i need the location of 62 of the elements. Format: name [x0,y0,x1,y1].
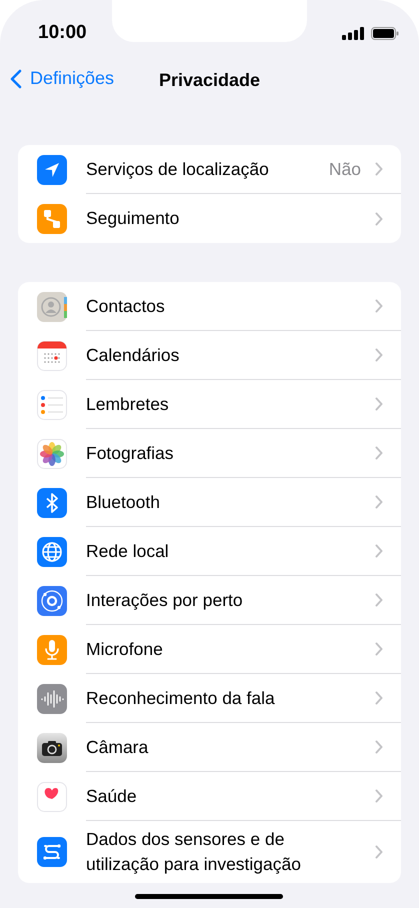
row-value: Não [328,158,361,180]
settings-row[interactable]: Seguimento [18,194,401,243]
chevron-icon [375,691,383,705]
settings-row[interactable]: Saúde [18,772,401,821]
microphone-icon [37,634,67,664]
back-button[interactable]: Definições [10,68,114,89]
chevron-icon [375,789,383,803]
settings-row[interactable]: Rede local [18,527,401,576]
row-label: Calendários [86,344,180,366]
status-time: 10:00 [38,22,87,44]
row-label: Microfone [86,638,164,660]
settings-row[interactable]: Dados dos sensores e de utilização para investigação [18,821,401,883]
settings-row[interactable]: Calendários [18,331,401,380]
signal-icon [342,26,364,40]
waveform-icon [37,684,67,714]
settings-row[interactable]: Reconhecimento da fala [18,674,401,723]
chevron-icon [375,348,383,362]
battery-icon [371,26,399,40]
row-label: Reconhecimento da fala [86,686,276,710]
chevron-icon [375,446,383,460]
chevron-icon [375,593,383,607]
settings-row[interactable]: Fotografias [18,429,401,478]
row-label: Dados dos sensores e de utilização para investigação [86,828,302,876]
row-label: Bluetooth [86,490,161,514]
contacts-icon [37,292,67,322]
chevron-icon [375,212,383,226]
settings-row[interactable]: Lembretes [18,380,401,429]
row-label: Câmara [86,736,150,758]
settings-row[interactable]: Bluetooth [18,478,401,527]
settings-row[interactable]: Interações por perto [18,576,401,625]
chevron-icon [375,495,383,509]
chevron-icon [375,544,383,558]
row-label: Saúde [86,784,138,808]
row-label: Contactos [86,294,166,318]
row-label: Interações por perto [86,588,244,612]
list-icon [37,390,67,420]
row-label: Fotografias [86,442,175,465]
orbit-icon [37,586,67,616]
chevron-icon [375,740,383,754]
settings-row[interactable]: Câmara [18,723,401,772]
chevron-icon [375,299,383,313]
path-icon [37,204,67,234]
flower-icon [37,438,67,468]
back-chevron-icon [10,68,22,88]
settings-row[interactable]: Serviços de localização Não [18,145,401,194]
row-label: Serviços de localização [86,158,270,181]
chevron-icon [375,162,383,176]
row-label: Lembretes [86,392,170,416]
row-label: Seguimento [86,207,180,230]
settings-row[interactable]: Microfone [18,625,401,674]
home-indicator[interactable] [135,894,283,899]
page-title: Privacidade [158,70,260,90]
settings-row[interactable]: Contactos [18,282,401,331]
sync-arrows-icon [37,837,67,867]
calendar-icon [37,340,67,370]
row-label: Rede local [86,540,170,562]
camera-icon [37,732,67,762]
chevron-icon [375,642,383,656]
chevron-icon [375,397,383,411]
chevron-icon [375,845,383,859]
globe-icon [37,536,67,566]
bluetooth-icon [37,488,67,518]
